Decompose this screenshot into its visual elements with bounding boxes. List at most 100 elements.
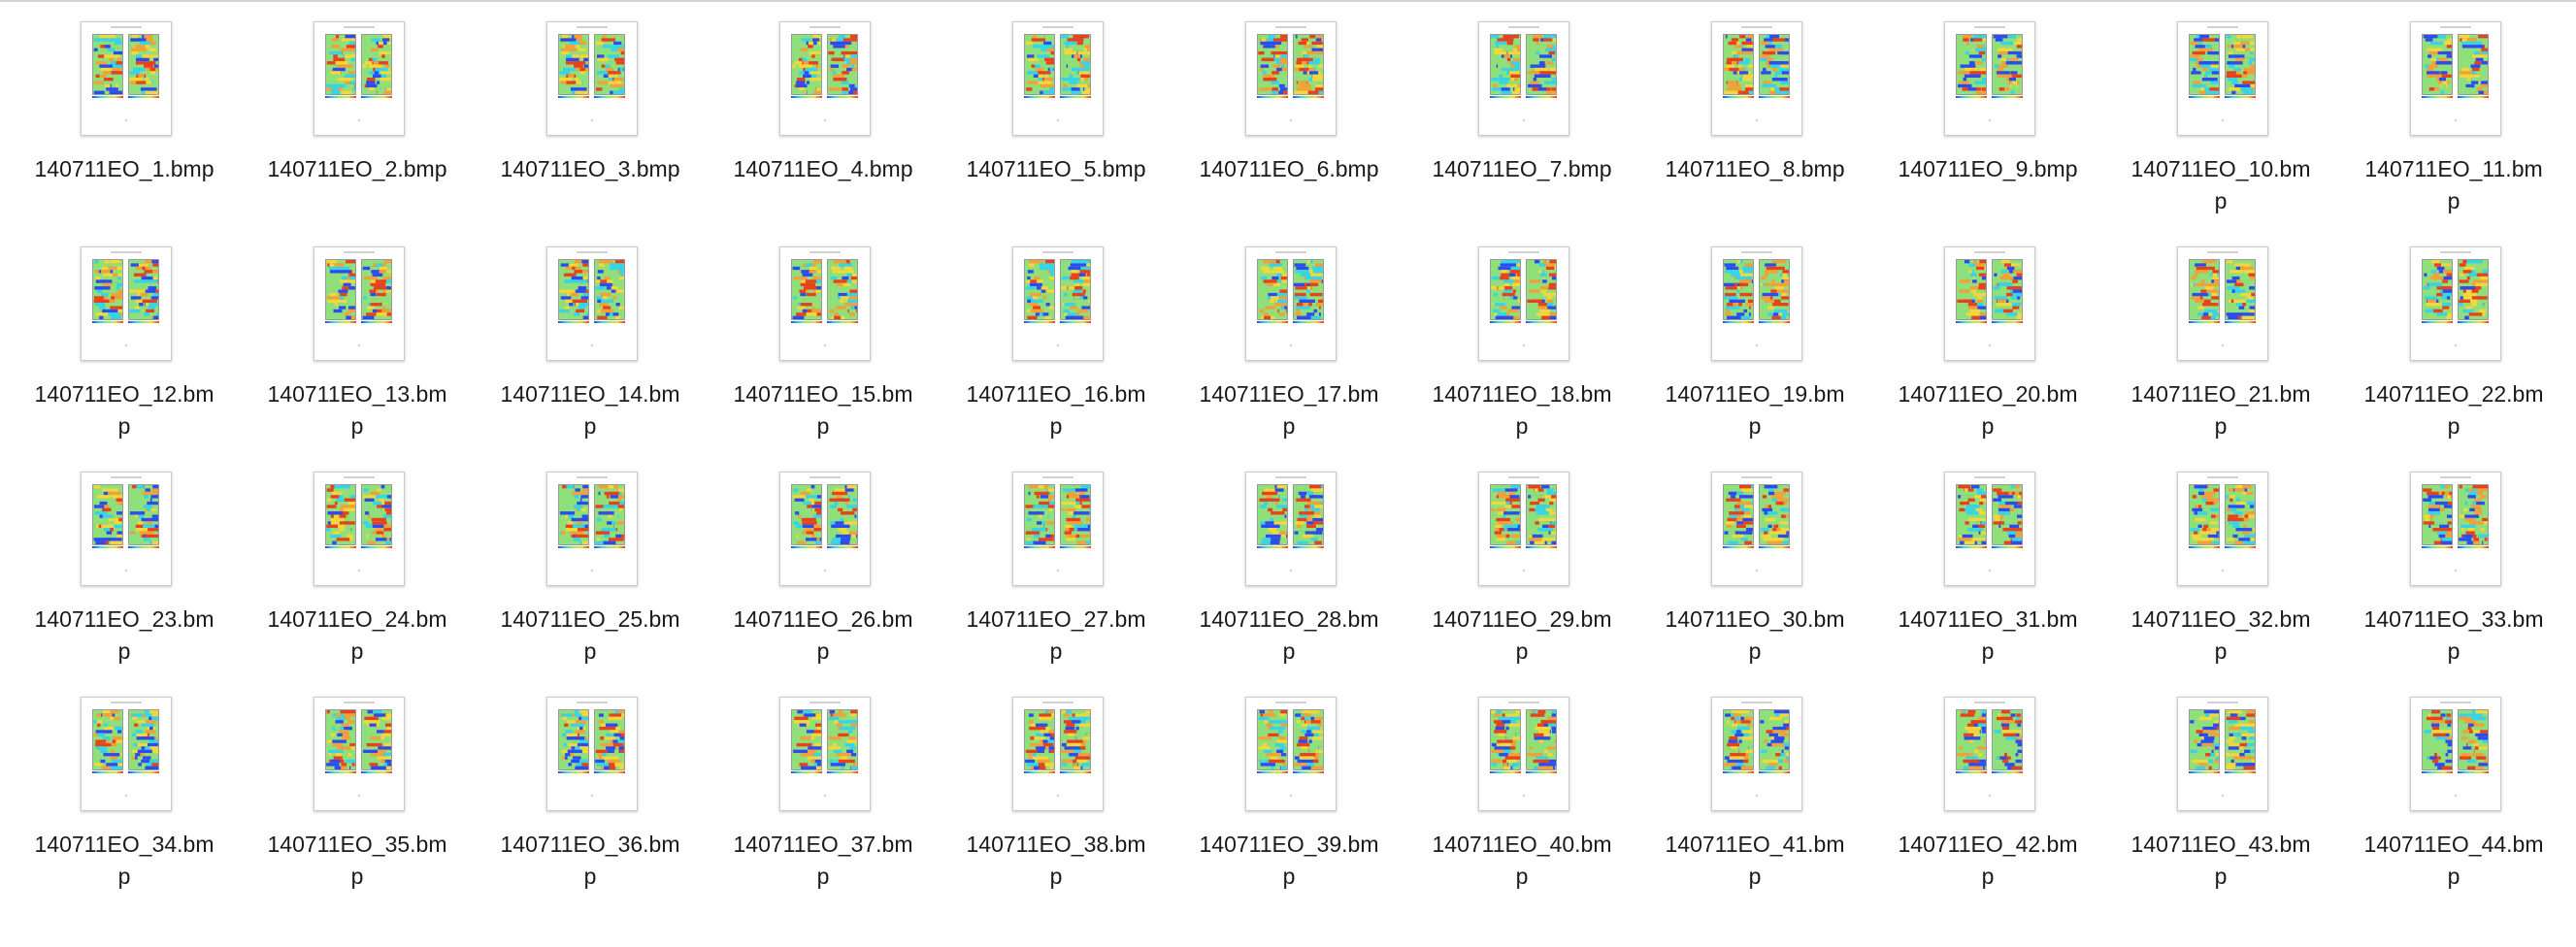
- file-name-label[interactable]: 140711EO_33.bmp: [2337, 604, 2570, 668]
- file-item[interactable]: 140711EO_20.bmp: [1871, 241, 2104, 466]
- file-item[interactable]: 140711EO_23.bmp: [8, 466, 241, 691]
- file-item[interactable]: 140711EO_6.bmp: [1172, 16, 1405, 241]
- bmp-file-thumbnail-icon[interactable]: [81, 246, 172, 361]
- bmp-file-thumbnail-icon[interactable]: [779, 21, 871, 136]
- bmp-file-thumbnail-icon[interactable]: [81, 697, 172, 811]
- file-item[interactable]: 140711EO_31.bmp: [1871, 466, 2104, 691]
- bmp-file-thumbnail-icon[interactable]: [2410, 697, 2501, 811]
- file-name-label[interactable]: 140711EO_27.bmp: [940, 604, 1172, 668]
- file-name-label[interactable]: 140711EO_3.bmp: [474, 153, 707, 185]
- bmp-file-thumbnail-icon[interactable]: [1478, 697, 1569, 811]
- file-name-label[interactable]: 140711EO_35.bmp: [241, 829, 474, 893]
- bmp-file-thumbnail-icon[interactable]: [1012, 472, 1104, 586]
- file-name-label[interactable]: 140711EO_38.bmp: [940, 829, 1172, 893]
- file-name-label[interactable]: 140711EO_5.bmp: [940, 153, 1172, 185]
- file-name-label[interactable]: 140711EO_37.bmp: [707, 829, 940, 893]
- file-item[interactable]: 140711EO_17.bmp: [1172, 241, 1405, 466]
- file-item[interactable]: 140711EO_3.bmp: [474, 16, 707, 241]
- file-item[interactable]: 140711EO_8.bmp: [1638, 16, 1871, 241]
- file-item[interactable]: 140711EO_15.bmp: [707, 241, 940, 466]
- bmp-file-thumbnail-icon[interactable]: [1245, 21, 1337, 136]
- bmp-file-thumbnail-icon[interactable]: [2177, 472, 2268, 586]
- file-name-label[interactable]: 140711EO_25.bmp: [474, 604, 707, 668]
- bmp-file-thumbnail-icon[interactable]: [314, 697, 405, 811]
- file-name-label[interactable]: 140711EO_39.bmp: [1172, 829, 1405, 893]
- file-item[interactable]: 140711EO_10.bmp: [2104, 16, 2337, 241]
- file-name-label[interactable]: 140711EO_13.bmp: [241, 378, 474, 442]
- file-name-label[interactable]: 140711EO_22.bmp: [2337, 378, 2570, 442]
- file-name-label[interactable]: 140711EO_8.bmp: [1638, 153, 1871, 185]
- bmp-file-thumbnail-icon[interactable]: [81, 21, 172, 136]
- bmp-file-thumbnail-icon[interactable]: [81, 472, 172, 586]
- file-name-label[interactable]: 140711EO_12.bmp: [8, 378, 241, 442]
- file-item[interactable]: 140711EO_25.bmp: [474, 466, 707, 691]
- file-item[interactable]: 140711EO_29.bmp: [1405, 466, 1638, 691]
- file-name-label[interactable]: 140711EO_4.bmp: [707, 153, 940, 185]
- file-name-label[interactable]: 140711EO_24.bmp: [241, 604, 474, 668]
- file-name-label[interactable]: 140711EO_28.bmp: [1172, 604, 1405, 668]
- bmp-file-thumbnail-icon[interactable]: [1711, 697, 1802, 811]
- file-item[interactable]: 140711EO_19.bmp: [1638, 241, 1871, 466]
- bmp-file-thumbnail-icon[interactable]: [779, 697, 871, 811]
- bmp-file-thumbnail-icon[interactable]: [779, 246, 871, 361]
- file-item[interactable]: 140711EO_12.bmp: [8, 241, 241, 466]
- file-item[interactable]: 140711EO_5.bmp: [940, 16, 1172, 241]
- bmp-file-thumbnail-icon[interactable]: [1711, 246, 1802, 361]
- bmp-file-thumbnail-icon[interactable]: [2410, 21, 2501, 136]
- file-item[interactable]: 140711EO_13.bmp: [241, 241, 474, 466]
- file-name-label[interactable]: 140711EO_10.bmp: [2104, 153, 2337, 217]
- file-name-label[interactable]: 140711EO_9.bmp: [1871, 153, 2104, 185]
- file-name-label[interactable]: 140711EO_44.bmp: [2337, 829, 2570, 893]
- bmp-file-thumbnail-icon[interactable]: [546, 21, 638, 136]
- bmp-file-thumbnail-icon[interactable]: [1245, 472, 1337, 586]
- file-name-label[interactable]: 140711EO_40.bmp: [1405, 829, 1638, 893]
- file-name-label[interactable]: 140711EO_1.bmp: [8, 153, 241, 185]
- bmp-file-thumbnail-icon[interactable]: [2177, 21, 2268, 136]
- file-name-label[interactable]: 140711EO_11.bmp: [2337, 153, 2570, 217]
- file-name-label[interactable]: 140711EO_34.bmp: [8, 829, 241, 893]
- file-name-label[interactable]: 140711EO_42.bmp: [1871, 829, 2104, 893]
- file-item[interactable]: 140711EO_4.bmp: [707, 16, 940, 241]
- bmp-file-thumbnail-icon[interactable]: [1478, 21, 1569, 136]
- file-item[interactable]: 140711EO_44.bmp: [2337, 691, 2570, 916]
- file-item[interactable]: 140711EO_43.bmp: [2104, 691, 2337, 916]
- file-item[interactable]: 140711EO_16.bmp: [940, 241, 1172, 466]
- file-item[interactable]: 140711EO_33.bmp: [2337, 466, 2570, 691]
- bmp-file-thumbnail-icon[interactable]: [1012, 697, 1104, 811]
- bmp-file-thumbnail-icon[interactable]: [546, 472, 638, 586]
- file-name-label[interactable]: 140711EO_16.bmp: [940, 378, 1172, 442]
- file-item[interactable]: 140711EO_42.bmp: [1871, 691, 2104, 916]
- file-item[interactable]: 140711EO_40.bmp: [1405, 691, 1638, 916]
- bmp-file-thumbnail-icon[interactable]: [314, 472, 405, 586]
- file-name-label[interactable]: 140711EO_26.bmp: [707, 604, 940, 668]
- file-item[interactable]: 140711EO_26.bmp: [707, 466, 940, 691]
- bmp-file-thumbnail-icon[interactable]: [2177, 246, 2268, 361]
- bmp-file-thumbnail-icon[interactable]: [1944, 21, 2035, 136]
- bmp-file-thumbnail-icon[interactable]: [1944, 472, 2035, 586]
- bmp-file-thumbnail-icon[interactable]: [1478, 246, 1569, 361]
- bmp-file-thumbnail-icon[interactable]: [1478, 472, 1569, 586]
- file-item[interactable]: 140711EO_32.bmp: [2104, 466, 2337, 691]
- file-item[interactable]: 140711EO_38.bmp: [940, 691, 1172, 916]
- file-item[interactable]: 140711EO_35.bmp: [241, 691, 474, 916]
- bmp-file-thumbnail-icon[interactable]: [1245, 697, 1337, 811]
- file-item[interactable]: 140711EO_9.bmp: [1871, 16, 2104, 241]
- bmp-file-thumbnail-icon[interactable]: [2177, 697, 2268, 811]
- bmp-file-thumbnail-icon[interactable]: [1245, 246, 1337, 361]
- bmp-file-thumbnail-icon[interactable]: [1711, 472, 1802, 586]
- bmp-file-thumbnail-icon[interactable]: [2410, 246, 2501, 361]
- file-name-label[interactable]: 140711EO_18.bmp: [1405, 378, 1638, 442]
- file-item[interactable]: 140711EO_1.bmp: [8, 16, 241, 241]
- file-name-label[interactable]: 140711EO_2.bmp: [241, 153, 474, 185]
- bmp-file-thumbnail-icon[interactable]: [1711, 21, 1802, 136]
- file-item[interactable]: 140711EO_39.bmp: [1172, 691, 1405, 916]
- bmp-file-thumbnail-icon[interactable]: [1944, 697, 2035, 811]
- file-name-label[interactable]: 140711EO_36.bmp: [474, 829, 707, 893]
- bmp-file-thumbnail-icon[interactable]: [314, 246, 405, 361]
- file-item[interactable]: 140711EO_11.bmp: [2337, 16, 2570, 241]
- file-item[interactable]: 140711EO_22.bmp: [2337, 241, 2570, 466]
- file-item[interactable]: 140711EO_36.bmp: [474, 691, 707, 916]
- bmp-file-thumbnail-icon[interactable]: [1944, 246, 2035, 361]
- file-item[interactable]: 140711EO_27.bmp: [940, 466, 1172, 691]
- bmp-file-thumbnail-icon[interactable]: [1012, 21, 1104, 136]
